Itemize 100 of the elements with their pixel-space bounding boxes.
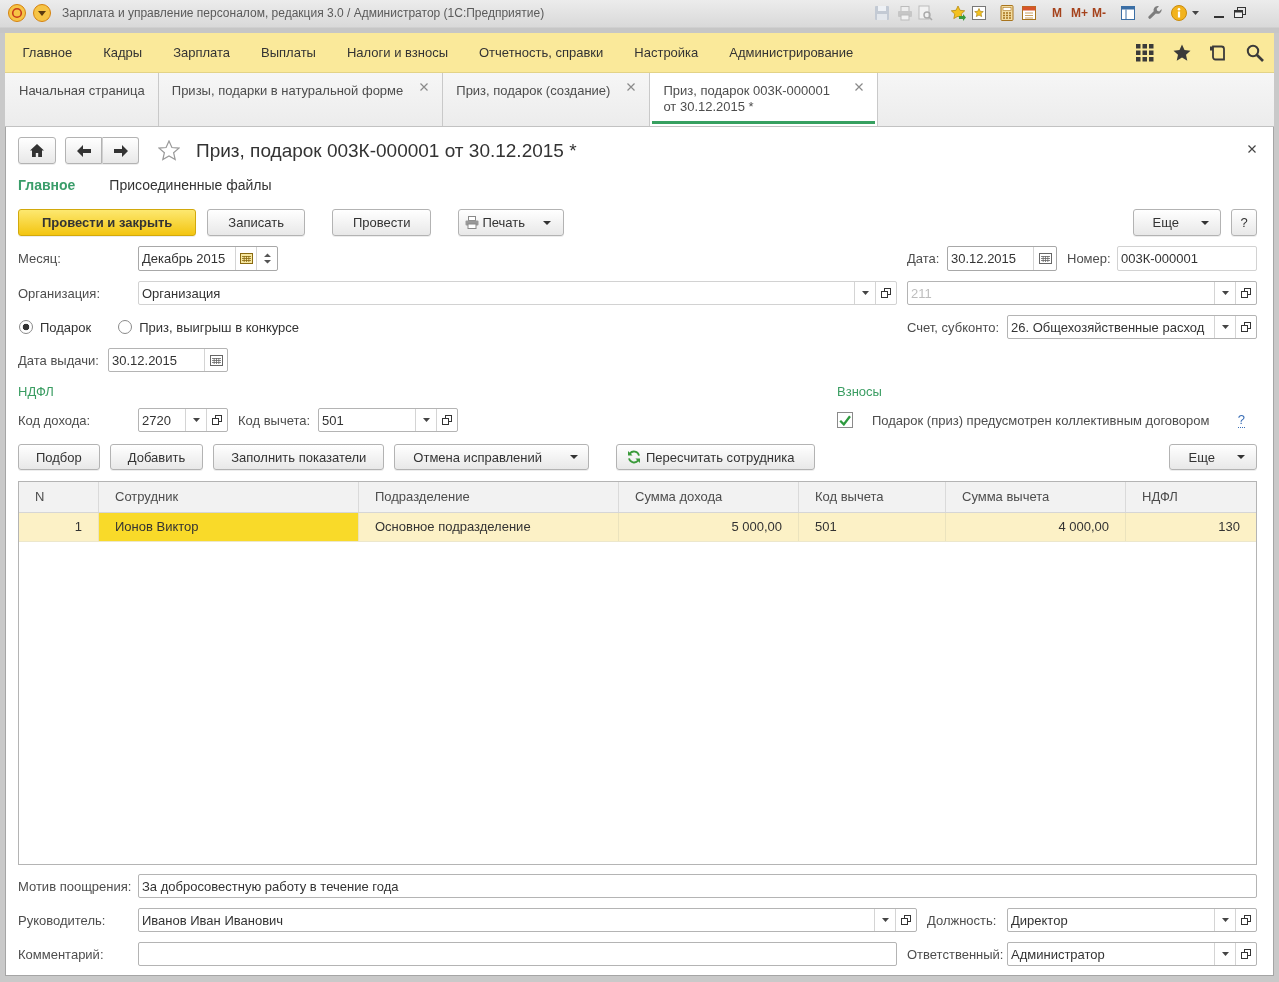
default-button[interactable]: Провести и закрыть bbox=[18, 209, 197, 236]
toolbar-button[interactable]: Подбор bbox=[18, 444, 100, 470]
date-field[interactable]: 30.12.2015 bbox=[948, 247, 1033, 270]
tab[interactable]: Приз, подарок 003К-000001 от 30.12.2015 * bbox=[650, 73, 879, 126]
caret-icon bbox=[861, 291, 869, 295]
menu-item[interactable]: Администрирование bbox=[713, 33, 869, 72]
table-row[interactable]: 1 Ионов Виктор Основное подразделение 5 000,00 501 4 000,00 130 bbox=[19, 513, 1256, 542]
menu-button[interactable]: Отмена исправлений bbox=[394, 444, 589, 470]
print-button[interactable]: Печать bbox=[458, 209, 564, 236]
month-field[interactable]: Декабрь 2015 bbox=[139, 247, 235, 270]
income-code-field[interactable]: 2720 bbox=[139, 409, 185, 431]
field-label: Мотив поощрения: bbox=[18, 878, 133, 894]
column-header[interactable]: Сумма вычета bbox=[946, 482, 1126, 512]
page-curl-icon[interactable] bbox=[1209, 43, 1227, 62]
menu-item[interactable]: Выплаты bbox=[245, 33, 332, 72]
position-field[interactable]: Директор bbox=[1008, 909, 1214, 931]
overlapping-squares-icon bbox=[212, 415, 222, 425]
dropdown-circle-icon[interactable] bbox=[33, 4, 51, 22]
radio-label[interactable]: Подарок bbox=[40, 319, 92, 335]
issue-date-field[interactable]: 30.12.2015 bbox=[109, 349, 204, 371]
column-header[interactable]: Сотрудник bbox=[99, 482, 359, 512]
tab[interactable]: Начальная страница bbox=[6, 73, 159, 126]
column-header[interactable]: Подразделение bbox=[359, 482, 619, 512]
calculator-icon[interactable] bbox=[999, 5, 1015, 21]
up-down-arrows-icon bbox=[263, 253, 271, 264]
field-label: Дата выдачи: bbox=[18, 352, 100, 368]
circular-arrows-icon bbox=[627, 450, 641, 464]
combo-box[interactable]: Директор bbox=[1007, 908, 1257, 932]
section-tab[interactable]: Присоединенные файлы bbox=[109, 176, 272, 194]
wrench-icon[interactable] bbox=[1147, 5, 1163, 21]
field-label: Организация: bbox=[18, 285, 102, 301]
column-header[interactable]: Сумма дохода bbox=[619, 482, 799, 512]
star-icon[interactable] bbox=[1173, 43, 1191, 62]
help-button[interactable]: ? bbox=[1231, 209, 1257, 236]
toolbar-button[interactable]: Заполнить показатели bbox=[213, 444, 385, 470]
caret-icon[interactable] bbox=[1192, 11, 1199, 15]
comment-field[interactable] bbox=[138, 942, 897, 966]
restore-icon[interactable] bbox=[1233, 6, 1247, 20]
refresh-button[interactable]: Пересчитать сотрудника bbox=[616, 444, 816, 470]
star-icon[interactable] bbox=[158, 140, 180, 161]
grid-icon[interactable] bbox=[1136, 43, 1154, 62]
app-logo-icon[interactable] bbox=[8, 4, 26, 22]
combo-box[interactable]: 501 bbox=[318, 408, 458, 432]
field-label: Код дохода: bbox=[18, 412, 92, 428]
star-frame-icon[interactable] bbox=[971, 5, 987, 21]
checkbox[interactable] bbox=[837, 412, 853, 428]
memory-button[interactable]: M bbox=[1052, 4, 1062, 22]
menu-item[interactable]: Главное bbox=[7, 33, 88, 72]
more-button[interactable]: Еще bbox=[1168, 444, 1257, 470]
memory-button[interactable]: M- bbox=[1092, 4, 1106, 22]
column-header[interactable]: N bbox=[19, 482, 99, 512]
responsible-field[interactable]: Администратор bbox=[1008, 943, 1214, 965]
account-field[interactable]: 26. Общехозяйственные расход bbox=[1008, 316, 1214, 338]
caret-icon bbox=[543, 220, 551, 225]
radio-button[interactable] bbox=[118, 320, 133, 334]
menu-item[interactable]: Зарплата bbox=[157, 33, 246, 72]
checkbox-label[interactable]: Подарок (приз) предусмотрен коллективным договором bbox=[872, 412, 1210, 428]
tab[interactable]: Призы, подарки в натуральной форме bbox=[158, 73, 444, 126]
number-field[interactable]: 003К-000001 bbox=[1117, 246, 1257, 271]
column-header[interactable]: НДФЛ bbox=[1126, 482, 1256, 512]
command-button[interactable]: Записать bbox=[207, 209, 305, 236]
info-icon[interactable] bbox=[1171, 5, 1187, 21]
deduction-code-field[interactable]: 501 bbox=[319, 409, 415, 431]
home-icon bbox=[30, 144, 44, 157]
calendar-icon bbox=[1038, 253, 1052, 264]
column-header[interactable]: Код вычета bbox=[799, 482, 946, 512]
menu-item[interactable]: Налоги и взносы bbox=[331, 33, 464, 72]
search-icon[interactable] bbox=[1246, 43, 1264, 62]
calendar-button[interactable] bbox=[235, 247, 256, 270]
help-link[interactable]: ? bbox=[1237, 412, 1245, 428]
menu-item[interactable]: Отчетность, справки bbox=[463, 33, 619, 72]
command-button[interactable]: Провести bbox=[331, 209, 432, 236]
month-picker[interactable]: Декабрь 2015 bbox=[138, 246, 278, 271]
memory-button[interactable]: M+ bbox=[1071, 4, 1088, 22]
forward-button[interactable] bbox=[102, 137, 139, 164]
back-button[interactable] bbox=[65, 137, 102, 164]
calendar-icon[interactable] bbox=[1021, 5, 1037, 21]
calendar-icon bbox=[239, 253, 253, 264]
radio-button[interactable] bbox=[19, 320, 33, 334]
field-label: Номер: bbox=[1067, 251, 1112, 266]
menu-item[interactable]: Кадры bbox=[87, 33, 158, 72]
close-icon[interactable] bbox=[1248, 145, 1256, 153]
combo-box[interactable]: 26. Общехозяйственные расход bbox=[1007, 315, 1257, 339]
combo-box[interactable]: 2720 bbox=[138, 408, 228, 432]
date-picker[interactable]: 30.12.2015 bbox=[947, 246, 1057, 271]
home-button[interactable] bbox=[18, 137, 56, 164]
date-picker[interactable]: 30.12.2015 bbox=[108, 348, 228, 372]
star-arrow-icon[interactable] bbox=[950, 5, 966, 21]
field-label: Комментарий: bbox=[18, 946, 105, 962]
combo-box[interactable]: Администратор bbox=[1007, 942, 1257, 966]
caret-icon bbox=[192, 418, 200, 422]
more-button[interactable]: Еще bbox=[1132, 209, 1221, 236]
field-label: Руководитель: bbox=[18, 912, 107, 928]
panel-layout-icon[interactable] bbox=[1120, 5, 1136, 21]
motive-field[interactable]: За добросовестную работу в течение года bbox=[138, 874, 1257, 898]
radio-label[interactable]: Приз, выигрыш в конкурсе bbox=[139, 319, 300, 335]
menu-item[interactable]: Настройка bbox=[618, 33, 714, 72]
table-cell-text: 130 bbox=[1217, 518, 1241, 536]
toolbar-button[interactable]: Добавить bbox=[109, 444, 204, 470]
caret-icon bbox=[1221, 291, 1229, 295]
